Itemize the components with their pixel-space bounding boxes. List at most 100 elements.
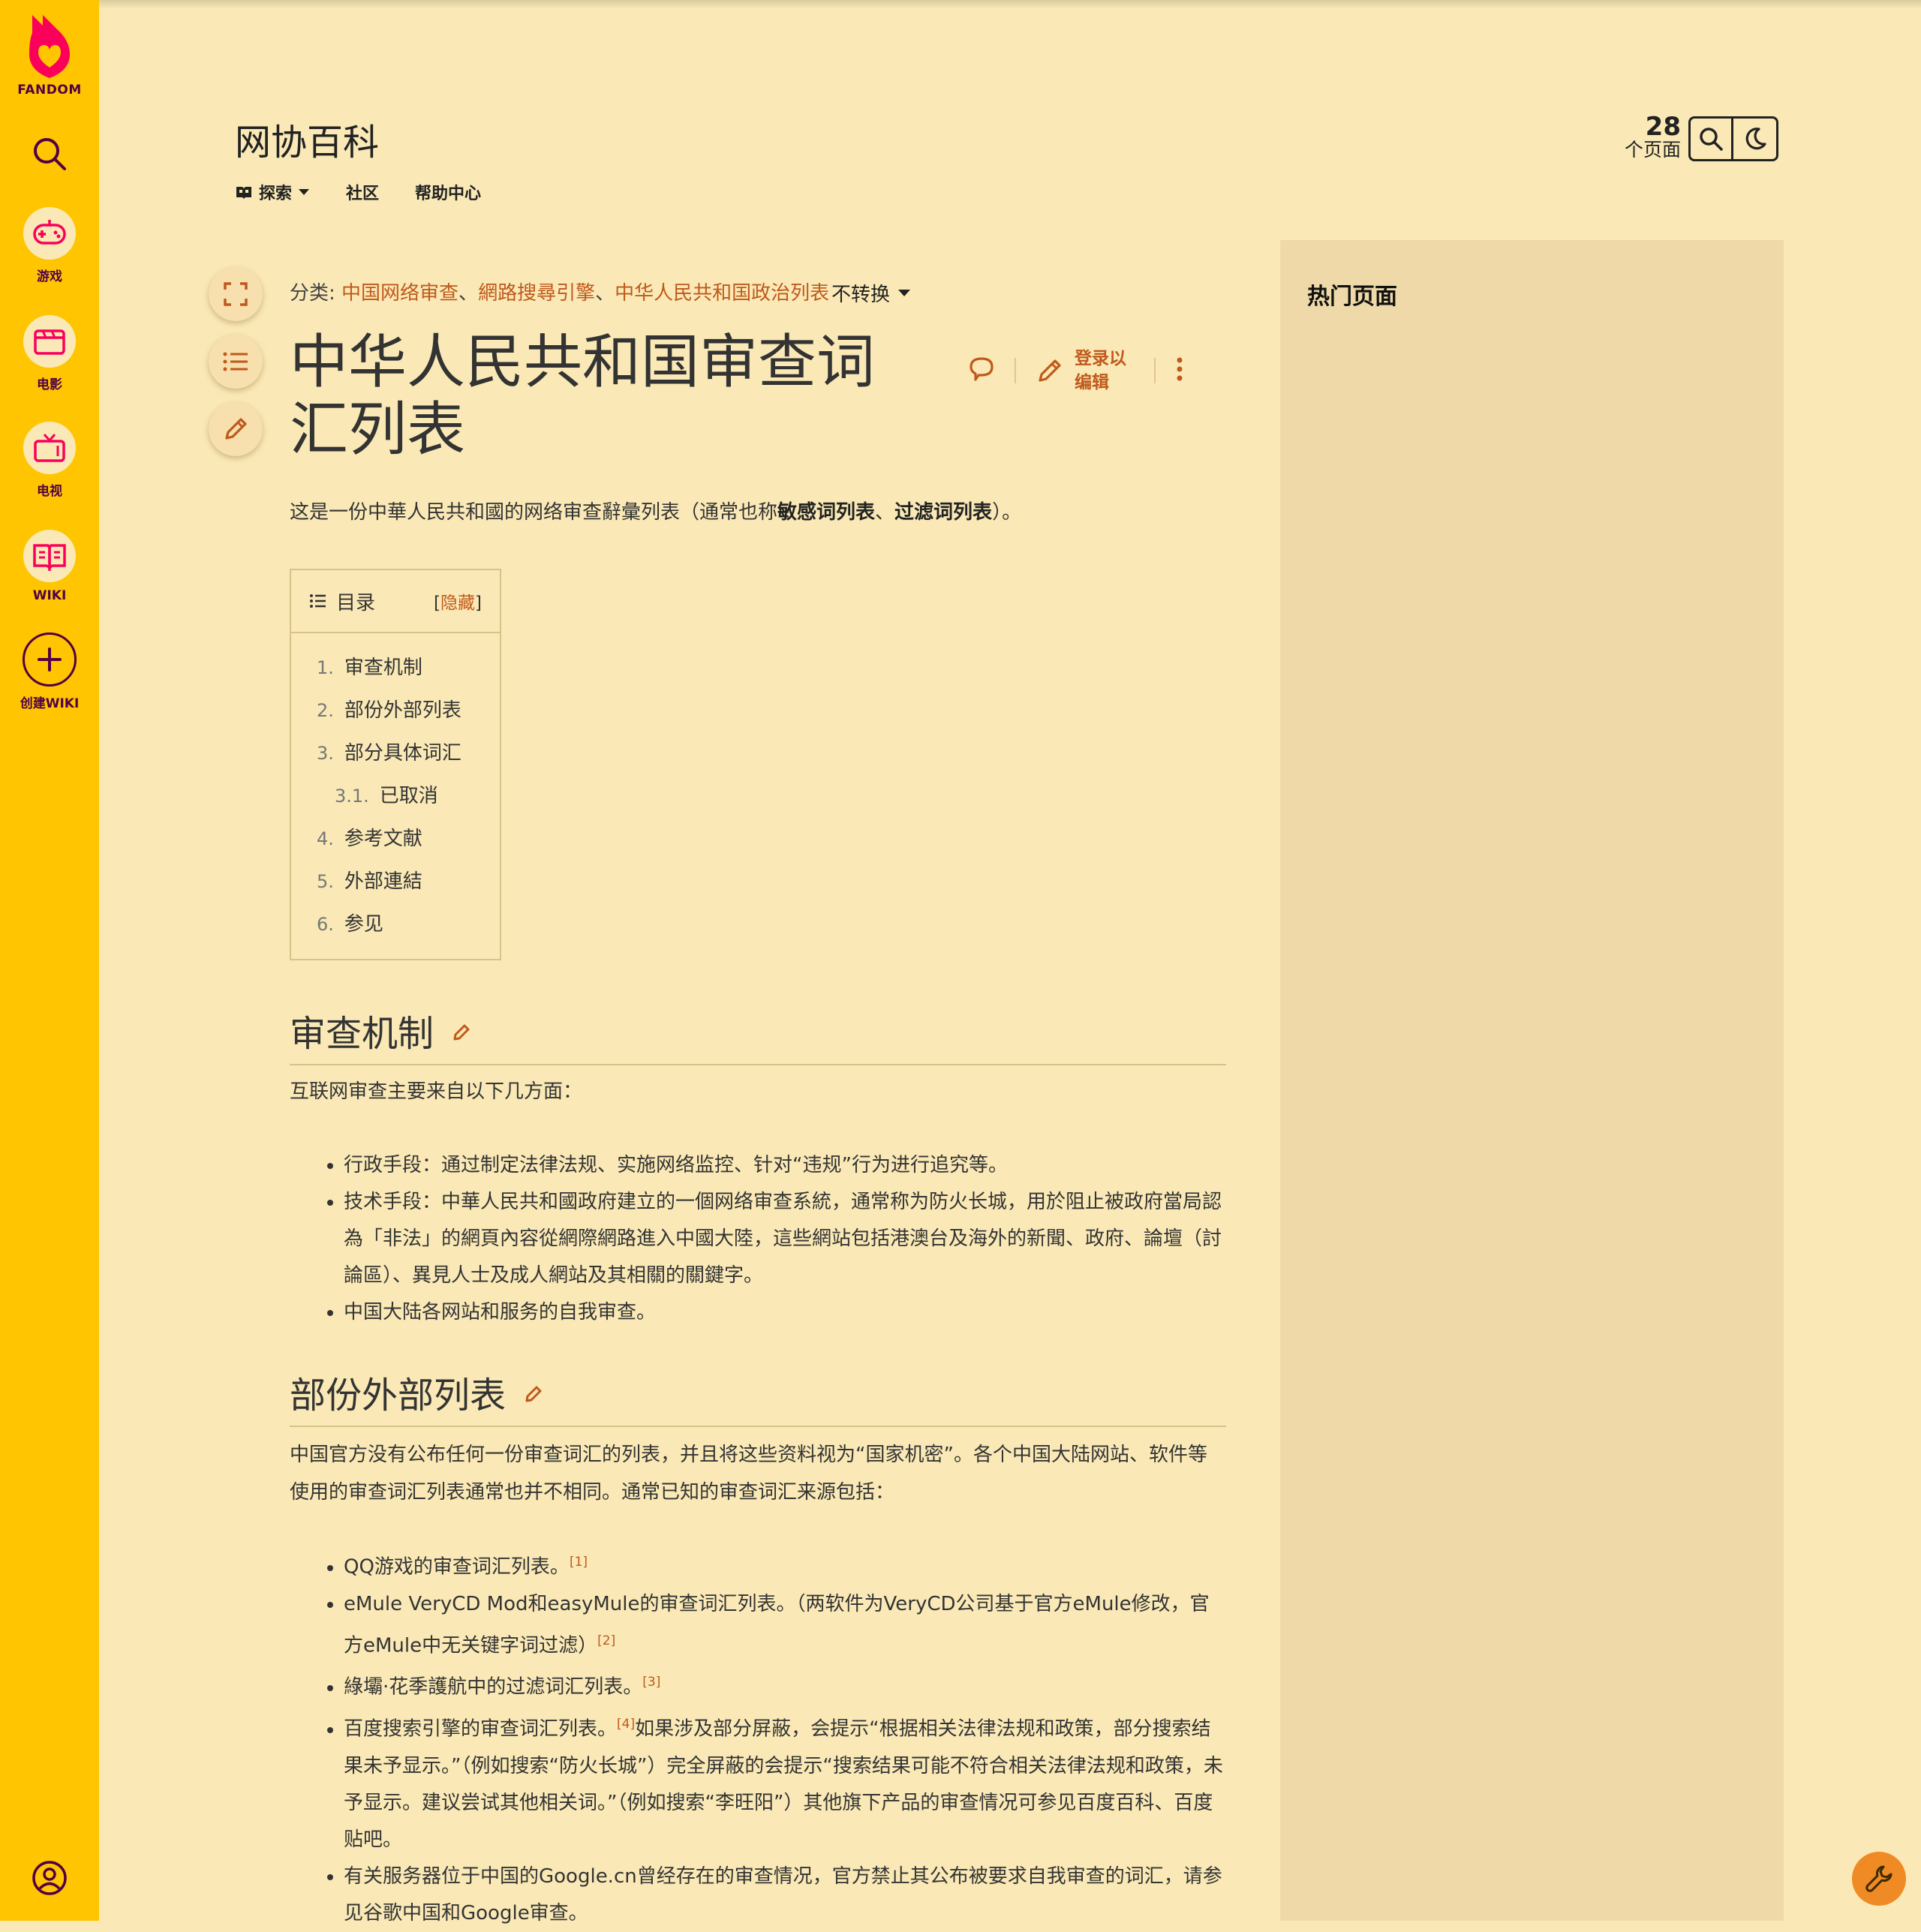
toc-item[interactable]: 2. 部份外部列表 bbox=[317, 690, 500, 732]
wiki-title[interactable]: 网协百科 bbox=[235, 113, 379, 165]
toc-number: 4. bbox=[317, 828, 334, 849]
list-item: 中国大陆各网站和服务的自我审查。 bbox=[344, 1294, 1226, 1331]
toc-item[interactable]: 3.1. 已取消 bbox=[317, 775, 500, 818]
section-edit-button[interactable] bbox=[524, 1371, 543, 1413]
pencil-icon bbox=[225, 418, 247, 440]
explore-icon bbox=[236, 187, 251, 199]
list-icon bbox=[223, 352, 248, 371]
list-item: 百度搜索引擎的审查词汇列表。[4]如果涉及部分屏蔽，会提示“根据相关法律法规和政… bbox=[344, 1706, 1226, 1858]
toc-list: 1. 审查机制 2. 部份外部列表 3. 部分具体词汇 3.1. 已取消 4. 参考文献 … bbox=[291, 633, 500, 946]
rail-item-games[interactable]: 游戏 bbox=[0, 207, 99, 284]
reference-link[interactable]: [1] bbox=[570, 1555, 588, 1570]
comments-button[interactable] bbox=[968, 356, 995, 386]
section-edit-button[interactable] bbox=[452, 1009, 471, 1051]
categories-label: 分类: bbox=[290, 282, 335, 305]
divider bbox=[1015, 358, 1016, 383]
category-separator: 、 bbox=[458, 282, 479, 305]
intro-text: ）。 bbox=[992, 501, 1022, 524]
login-to-edit-label: 登录以编辑 bbox=[1075, 349, 1126, 392]
rail-item-wiki[interactable]: WIKI bbox=[0, 530, 99, 603]
toc-text: 外部連結 bbox=[344, 870, 422, 893]
nav-explore[interactable]: 探索 bbox=[235, 180, 310, 204]
variant-label: 不转换 bbox=[831, 284, 891, 306]
toc-item[interactable]: 3. 部分具体词汇 bbox=[317, 732, 500, 775]
section-heading: 审查机制 bbox=[290, 1004, 1226, 1065]
rail-search-button[interactable] bbox=[31, 135, 68, 176]
header-search-button[interactable] bbox=[1688, 116, 1733, 161]
nav-explore-label: 探索 bbox=[259, 185, 293, 203]
expand-icon bbox=[224, 282, 248, 306]
intro-text: 、 bbox=[875, 501, 895, 524]
bullet-list: QQ游戏的审查词汇列表。[1] eMule VeryCD Mod和easyMul… bbox=[290, 1544, 1226, 1932]
right-rail: 热门页面 bbox=[1280, 240, 1784, 1921]
more-actions-button[interactable] bbox=[1175, 356, 1184, 386]
nav-help-center[interactable]: 帮助中心 bbox=[415, 180, 481, 204]
caret-down-icon bbox=[299, 189, 310, 195]
toc-item[interactable]: 5. 外部連結 bbox=[317, 861, 500, 903]
reference-link[interactable]: [2] bbox=[597, 1633, 615, 1648]
pencil-icon bbox=[453, 1024, 470, 1041]
rail-item-create-wiki[interactable]: 创建WIKI bbox=[0, 632, 99, 711]
list-item: QQ游戏的审查词汇列表。[1] bbox=[344, 1544, 1226, 1586]
intro-bold-term: 过滤词列表 bbox=[894, 501, 993, 524]
rail-item-label: 电视 bbox=[37, 484, 62, 499]
category-link[interactable]: 中国网络审查 bbox=[341, 282, 458, 305]
reference-link[interactable]: [4] bbox=[617, 1717, 635, 1732]
toc-number: 2. bbox=[317, 700, 334, 721]
tools-button[interactable] bbox=[1852, 1852, 1906, 1906]
rail-item-tv[interactable]: 电视 bbox=[0, 422, 99, 499]
list-item-text: QQ游戏的审查词汇列表。 bbox=[344, 1555, 570, 1579]
rail-item-movies[interactable]: 电影 bbox=[0, 315, 99, 392]
intro-text: 这是一份中華人民共和國的网络审查辭彙列表（通常也称 bbox=[290, 501, 778, 524]
category-link[interactable]: 中华人民共和国政治列表 bbox=[615, 282, 829, 305]
rail-item-label: 电影 bbox=[37, 377, 62, 392]
section-heading-text: 部份外部列表 bbox=[290, 1375, 507, 1417]
toc-number: 5. bbox=[317, 871, 334, 892]
list-item-text: 綠壩·花季護航中的过滤词汇列表。 bbox=[344, 1675, 643, 1699]
toc-toggle-button[interactable] bbox=[209, 335, 263, 389]
user-icon bbox=[32, 1861, 67, 1895]
section-paragraph: 中国官方没有公布任何一份审查词汇的列表，并且将这些资料视为“国家机密”。各个中国… bbox=[290, 1444, 1207, 1504]
login-to-edit-button[interactable]: 登录以编辑 bbox=[1036, 347, 1135, 395]
toc-number: 6. bbox=[317, 914, 334, 935]
wrench-icon bbox=[1865, 1865, 1892, 1892]
toc-hide-link[interactable]: 隐藏 bbox=[440, 593, 475, 613]
tv-icon bbox=[34, 434, 65, 462]
rail-item-circle bbox=[23, 530, 76, 582]
rail-item-circle bbox=[23, 422, 76, 474]
top-shadow bbox=[99, 0, 1921, 9]
user-account-button[interactable] bbox=[31, 1859, 68, 1900]
toc-item[interactable]: 1. 审查机制 bbox=[317, 647, 500, 690]
list-item-text: 百度搜索引擎的审查词汇列表。 bbox=[344, 1717, 618, 1741]
toc-item[interactable]: 4. 参考文献 bbox=[317, 818, 500, 861]
toc-item[interactable]: 6. 参见 bbox=[317, 903, 500, 946]
wiki-navigation: 探索 社区 帮助中心 bbox=[235, 180, 481, 204]
page-title: 中华人民共和国审查词汇列表 bbox=[290, 329, 876, 464]
toc-hide-toggle[interactable]: [隐藏] bbox=[434, 588, 482, 614]
list-item: eMule VeryCD Mod和easyMule的审查词汇列表。（两软件为Ve… bbox=[344, 1586, 1226, 1665]
page-count-number: 28 bbox=[1645, 112, 1681, 142]
theme-toggle-button[interactable] bbox=[1733, 116, 1778, 161]
pencil-icon bbox=[525, 1386, 542, 1402]
search-icon bbox=[1700, 128, 1723, 151]
toc-text: 参见 bbox=[344, 913, 383, 936]
intro-paragraph: 这是一份中華人民共和國的网络审查辭彙列表（通常也称敏感词列表、过滤词列表）。 bbox=[290, 497, 1021, 524]
nav-community[interactable]: 社区 bbox=[346, 180, 379, 204]
rail-item-circle bbox=[23, 315, 76, 368]
page-count-label: 个页面 bbox=[1624, 139, 1681, 161]
toc-text: 审查机制 bbox=[344, 657, 422, 679]
reference-link[interactable]: [3] bbox=[642, 1675, 660, 1690]
category-link[interactable]: 網路搜尋引擎 bbox=[478, 282, 595, 305]
controller-icon bbox=[33, 220, 66, 245]
fandom-logo[interactable]: FANDOM bbox=[0, 11, 99, 98]
edit-tool-button[interactable] bbox=[209, 402, 263, 456]
table-of-contents: 目录 [隐藏] 1. 审查机制 2. 部份外部列表 3. 部分具体词汇 3.1. 已取消… bbox=[290, 569, 501, 960]
toc-text: 部份外部列表 bbox=[344, 699, 461, 722]
plus-icon bbox=[38, 648, 62, 672]
page-count: 28 个页面 bbox=[1613, 114, 1681, 161]
language-variant-dropdown[interactable]: 不转换 bbox=[831, 279, 911, 307]
list-item: 綠壩·花季護航中的过滤词汇列表。[3] bbox=[344, 1664, 1226, 1706]
fullscreen-button[interactable] bbox=[209, 267, 263, 321]
intro-bold-term: 敏感词列表 bbox=[777, 501, 876, 524]
page-actions: 登录以编辑 bbox=[968, 347, 1184, 395]
